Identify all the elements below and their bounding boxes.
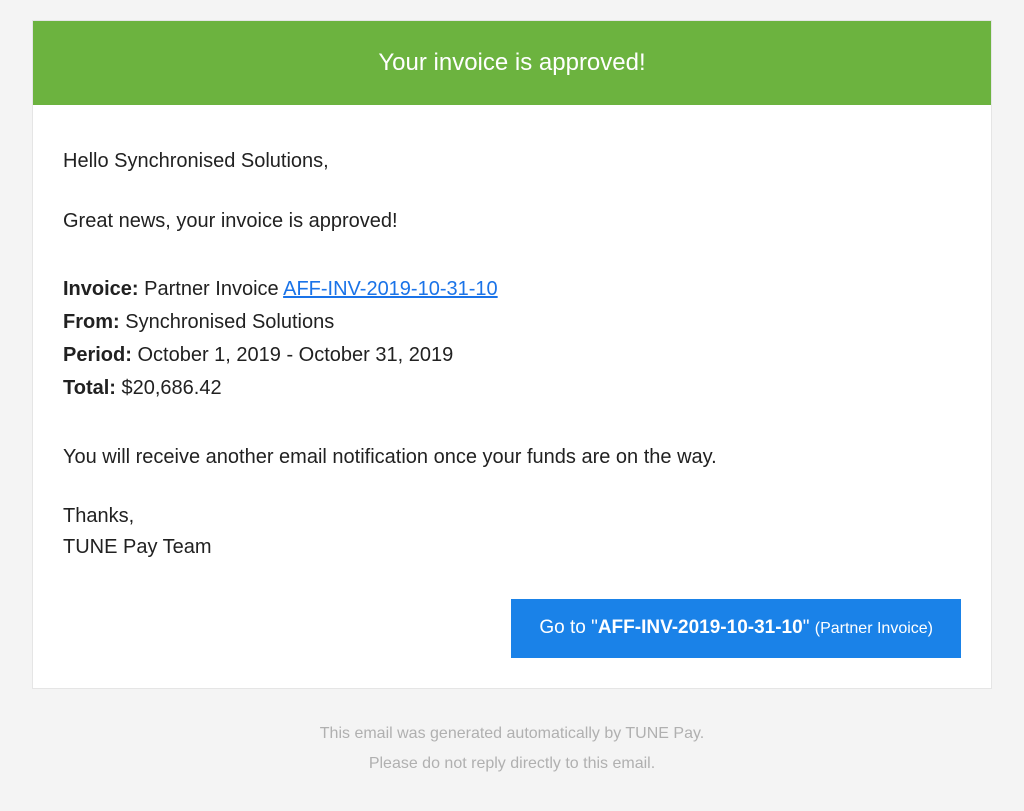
- header-title: Your invoice is approved!: [378, 49, 645, 76]
- email-footer: This email was generated automatically b…: [20, 719, 1004, 780]
- invoice-label: Invoice:: [63, 278, 139, 300]
- cta-suffix: ": [803, 617, 815, 638]
- email-container: Your invoice is approved! Hello Synchron…: [32, 20, 992, 689]
- from-row: From: Synchronised Solutions: [63, 306, 961, 339]
- invoice-details: Invoice: Partner Invoice AFF-INV-2019-10…: [63, 273, 961, 405]
- greeting-line: Hello Synchronised Solutions,: [63, 145, 961, 177]
- signoff-block: Thanks, TUNE Pay Team: [63, 501, 961, 563]
- signoff-thanks: Thanks,: [63, 501, 961, 532]
- cta-invoice-id: AFF-INV-2019-10-31-10: [598, 617, 803, 638]
- footer-line-2: Please do not reply directly to this ema…: [20, 749, 1004, 779]
- period-value: October 1, 2019 - October 31, 2019: [132, 344, 453, 366]
- intro-line: Great news, your invoice is approved!: [63, 205, 961, 237]
- cta-subtext: (Partner Invoice): [815, 620, 933, 637]
- from-value: Synchronised Solutions: [120, 311, 335, 333]
- invoice-link[interactable]: AFF-INV-2019-10-31-10: [283, 278, 498, 300]
- email-body: Hello Synchronised Solutions, Great news…: [33, 105, 991, 688]
- cta-prefix: Go to ": [539, 617, 598, 638]
- go-to-invoice-button[interactable]: Go to "AFF-INV-2019-10-31-10" (Partner I…: [511, 599, 961, 658]
- total-label: Total:: [63, 377, 116, 399]
- cta-wrapper: Go to "AFF-INV-2019-10-31-10" (Partner I…: [63, 599, 961, 658]
- total-row: Total: $20,686.42: [63, 372, 961, 405]
- invoice-prefix: Partner Invoice: [139, 278, 284, 300]
- from-label: From:: [63, 311, 120, 333]
- signoff-team: TUNE Pay Team: [63, 532, 961, 563]
- invoice-row: Invoice: Partner Invoice AFF-INV-2019-10…: [63, 273, 961, 306]
- total-value: $20,686.42: [116, 377, 222, 399]
- period-label: Period:: [63, 344, 132, 366]
- header-banner: Your invoice is approved!: [33, 21, 991, 105]
- notice-line: You will receive another email notificat…: [63, 441, 961, 473]
- period-row: Period: October 1, 2019 - October 31, 20…: [63, 339, 961, 372]
- footer-line-1: This email was generated automatically b…: [20, 719, 1004, 749]
